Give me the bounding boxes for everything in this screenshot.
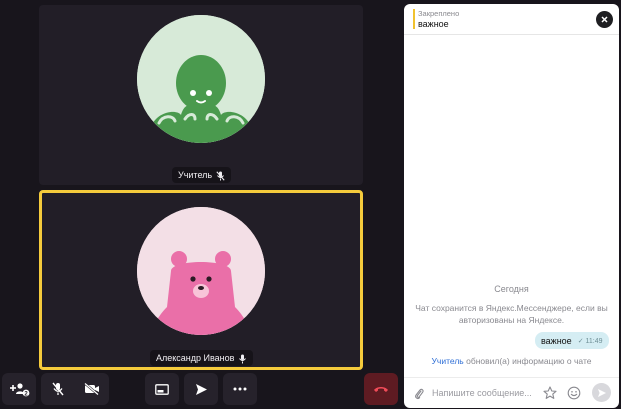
media-controls — [41, 373, 109, 405]
screen-share-button[interactable] — [145, 373, 179, 405]
close-pinned-button[interactable] — [596, 11, 613, 28]
system-message-author-link[interactable]: Учитель — [432, 356, 464, 366]
chat-panel: Закреплено важное Сегодня Чат сохранится… — [404, 4, 619, 408]
mic-on-icon — [238, 353, 247, 364]
screen-share-icon — [155, 383, 169, 395]
participant-name-badge: Учитель — [172, 167, 232, 183]
pinned-marker — [413, 9, 415, 29]
more-options-button[interactable] — [223, 373, 257, 405]
message-text: важное — [541, 335, 572, 346]
participant-name: Александр Иванов — [156, 353, 235, 363]
paperclip-icon — [415, 388, 424, 399]
mic-off-icon — [216, 170, 225, 181]
mic-off-icon — [52, 382, 64, 396]
bear-avatar-icon — [137, 207, 265, 335]
day-separator: Сегодня — [494, 284, 529, 294]
pinned-title: Закреплено — [418, 9, 460, 18]
share-button[interactable] — [184, 373, 218, 405]
camera-toggle-button[interactable] — [75, 373, 109, 405]
more-icon — [233, 387, 247, 391]
favorite-button[interactable] — [543, 386, 557, 405]
emoji-button[interactable] — [567, 386, 581, 405]
camera-off-icon — [84, 383, 99, 395]
hang-up-button[interactable] — [364, 373, 398, 405]
hang-up-icon — [374, 387, 388, 392]
system-message-text: обновил(а) информацию о чате — [463, 356, 592, 366]
participant-tile-teacher[interactable]: Учитель — [39, 5, 363, 185]
system-message: Учитель обновил(а) информацию о чате — [404, 356, 619, 366]
pinned-message[interactable]: Закреплено важное — [404, 4, 619, 35]
chat-save-notice: Чат сохранится в Яндекс.Мессенджере, есл… — [415, 303, 608, 325]
attach-button[interactable] — [414, 387, 424, 405]
smile-icon — [567, 386, 581, 400]
octopus-avatar-icon — [137, 15, 265, 143]
add-participant-icon: 2 — [10, 383, 30, 397]
participant-name-badge: Александр Иванов — [150, 350, 254, 366]
send-message-button[interactable] — [592, 383, 611, 402]
send-icon — [597, 388, 606, 397]
message-time: ✓ 11:49 — [577, 337, 603, 345]
star-icon — [543, 386, 557, 399]
add-participant-button[interactable]: 2 — [2, 373, 36, 405]
message-composer — [404, 377, 619, 408]
message-input[interactable] — [432, 386, 537, 400]
participant-name: Учитель — [178, 170, 213, 180]
pinned-text: важное — [418, 19, 449, 29]
close-icon — [601, 16, 608, 23]
participant-tile-alexander[interactable]: Александр Иванов — [39, 190, 363, 370]
message-bubble[interactable]: важное ✓ 11:49 — [535, 332, 609, 349]
microphone-toggle-button[interactable] — [41, 373, 75, 405]
send-icon — [195, 383, 207, 395]
